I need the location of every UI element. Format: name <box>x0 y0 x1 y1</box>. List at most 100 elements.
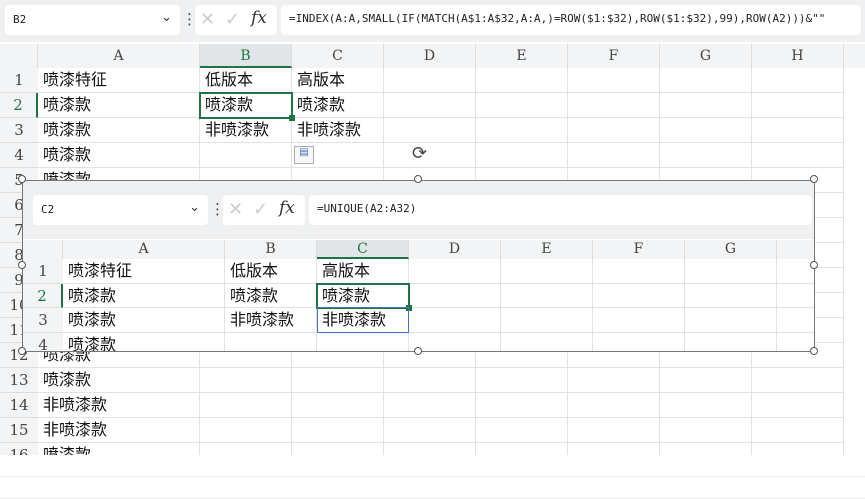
cell-b3[interactable]: 非喷漆款 <box>225 308 317 334</box>
cell-d3[interactable] <box>409 308 501 334</box>
cell-f15[interactable] <box>568 418 660 443</box>
formula-input[interactable]: =UNIQUE(A2:A32) <box>309 195 812 225</box>
cell-d13[interactable] <box>384 368 476 393</box>
cell-c1[interactable]: 高版本 <box>317 259 409 284</box>
cell-g3[interactable] <box>685 308 777 334</box>
column-header-F[interactable]: F <box>568 44 660 68</box>
confirm-icon[interactable]: ✓ <box>225 9 240 30</box>
cell-e13[interactable] <box>476 368 568 393</box>
cell-h14[interactable] <box>752 393 844 418</box>
row-header-2[interactable]: 2 <box>23 283 63 309</box>
cancel-icon[interactable]: ✕ <box>200 9 215 30</box>
cell-f4[interactable] <box>593 333 685 351</box>
cell-a16[interactable]: 喷漆款 <box>38 443 200 455</box>
column-header-B[interactable]: B <box>200 44 292 68</box>
cancel-icon[interactable]: ✕ <box>228 199 243 220</box>
cell-h2[interactable] <box>777 284 814 309</box>
resize-handle[interactable] <box>810 261 818 269</box>
chevron-down-icon[interactable]: ⌄ <box>189 200 200 215</box>
column-header-F[interactable]: F <box>593 240 685 259</box>
cell-g2[interactable] <box>660 93 752 118</box>
cell-a3[interactable]: 喷漆款 <box>63 308 225 334</box>
cell-c13[interactable] <box>292 368 384 393</box>
cell-h1[interactable] <box>752 68 844 93</box>
cell-f14[interactable] <box>568 393 660 418</box>
column-header-E[interactable]: E <box>476 44 568 68</box>
cell-a15[interactable]: 非喷漆款 <box>38 418 200 443</box>
cell-h16[interactable] <box>752 443 844 455</box>
column-header-C[interactable]: C <box>317 240 409 259</box>
cell-g4[interactable] <box>685 333 777 351</box>
cell-b13[interactable] <box>200 368 292 393</box>
cell-c14[interactable] <box>292 393 384 418</box>
chevron-down-icon[interactable]: ⌄ <box>161 10 172 25</box>
resize-handle[interactable] <box>414 347 422 355</box>
cell-f2[interactable] <box>568 93 660 118</box>
cell-f1[interactable] <box>568 68 660 93</box>
fx-icon[interactable]: fx <box>279 198 295 218</box>
column-header-D[interactable]: D <box>384 44 476 68</box>
cell-h13[interactable] <box>752 368 844 393</box>
cell-c4[interactable] <box>317 333 409 351</box>
cell-f13[interactable] <box>568 368 660 393</box>
column-header-B[interactable]: B <box>225 240 317 259</box>
fill-handle[interactable] <box>289 115 295 121</box>
column-header-D[interactable]: D <box>409 240 501 259</box>
cell-c2[interactable]: 喷漆款 <box>292 93 384 118</box>
cell-g14[interactable] <box>660 393 752 418</box>
cell-e4[interactable] <box>501 333 593 351</box>
resize-handle[interactable] <box>414 175 422 183</box>
cell-h4[interactable] <box>752 143 844 168</box>
cell-b16[interactable] <box>200 443 292 455</box>
cell-g2[interactable] <box>685 283 777 309</box>
cell-d2[interactable] <box>384 93 476 118</box>
cell-a2[interactable]: 喷漆款 <box>63 283 225 309</box>
cell-e2[interactable] <box>501 283 593 309</box>
cell-e14[interactable] <box>476 393 568 418</box>
cell-d1[interactable] <box>409 259 501 284</box>
cell-d2[interactable] <box>409 283 501 309</box>
column-header-C[interactable]: C <box>292 44 384 68</box>
cell-g4[interactable] <box>660 143 752 168</box>
select-all-corner[interactable] <box>23 240 63 259</box>
cell-h2[interactable] <box>752 93 844 118</box>
cell-g3[interactable] <box>660 118 752 143</box>
cell-e1[interactable] <box>501 259 593 284</box>
cell-d16[interactable] <box>384 443 476 455</box>
column-header-G[interactable]: G <box>685 240 777 259</box>
cell-a4[interactable]: 喷漆款 <box>63 333 225 351</box>
column-header-H[interactable]: H <box>752 44 844 68</box>
resize-handle[interactable] <box>810 175 818 183</box>
fx-icon[interactable]: fx <box>251 8 267 28</box>
cell-g16[interactable] <box>660 443 752 455</box>
cell-h15[interactable] <box>752 418 844 443</box>
resize-handle[interactable] <box>18 261 26 269</box>
row-header-13[interactable]: 13 <box>0 368 38 393</box>
pasted-sheet-image[interactable]: C2 ⌄ ⋮ ✕ ✓ fx =UNIQUE(A2:A32) A B C D E F G 1 喷漆特征 低版本 高版… <box>22 180 815 352</box>
name-box[interactable]: C2 ⌄ <box>33 195 208 225</box>
cell-a13[interactable]: 喷漆款 <box>38 368 200 393</box>
cell-b4[interactable] <box>225 333 317 351</box>
cell-d4[interactable] <box>384 143 476 168</box>
cell-d3[interactable] <box>384 118 476 143</box>
row-header-2[interactable]: 2 <box>0 93 38 118</box>
cell-a1[interactable]: 喷漆特征 <box>63 259 225 284</box>
cell-b1[interactable]: 低版本 <box>225 259 317 284</box>
cell-g1[interactable] <box>660 68 752 93</box>
select-all-corner[interactable] <box>0 44 38 68</box>
cell-c3[interactable]: 非喷漆款 <box>292 118 384 143</box>
cell-f1[interactable] <box>593 259 685 284</box>
cell-d1[interactable] <box>384 68 476 93</box>
cell-g15[interactable] <box>660 418 752 443</box>
cell-f16[interactable] <box>568 443 660 455</box>
cell-a1[interactable]: 喷漆特征 <box>38 68 200 93</box>
cell-e3[interactable] <box>501 308 593 334</box>
cell-e4[interactable] <box>476 143 568 168</box>
cell-b2[interactable]: 喷漆款 <box>225 283 317 309</box>
cell-d15[interactable] <box>384 418 476 443</box>
cell-h3[interactable] <box>777 308 814 334</box>
cell-b15[interactable] <box>200 418 292 443</box>
cell-f2[interactable] <box>593 283 685 309</box>
row-header-15[interactable]: 15 <box>0 418 38 443</box>
row-header-4[interactable]: 4 <box>0 143 38 168</box>
